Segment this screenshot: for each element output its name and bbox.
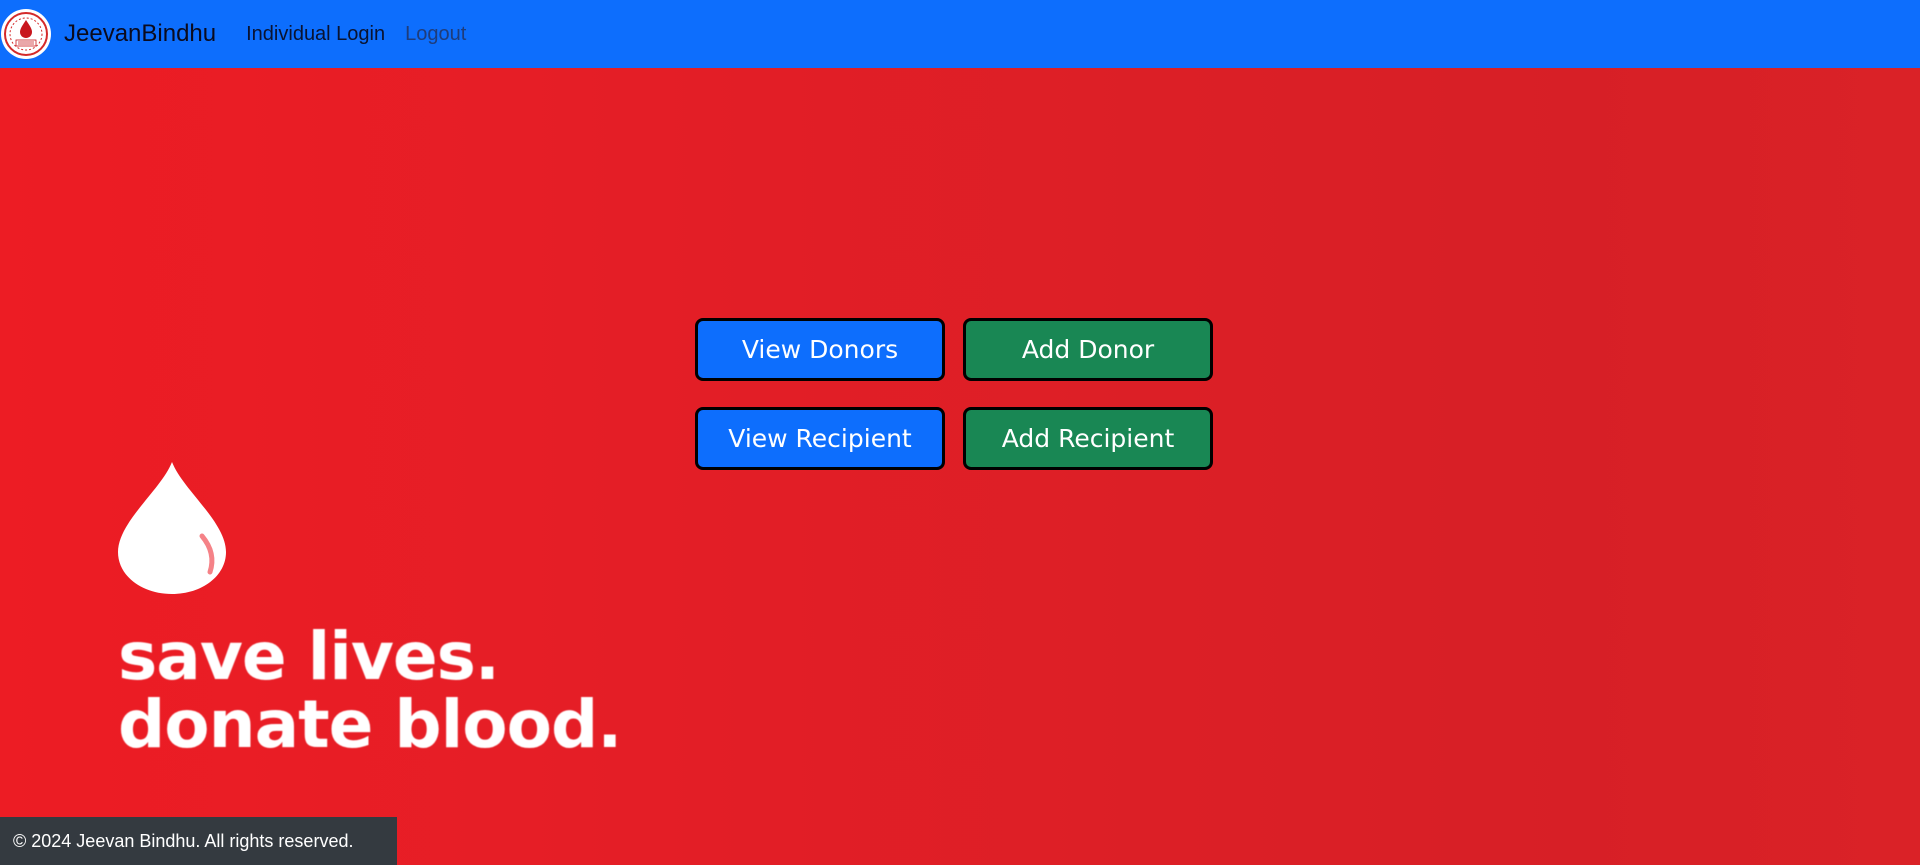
nav-logout[interactable]: Logout <box>405 23 466 46</box>
blood-drop-logo-icon <box>1 9 51 59</box>
brand-link[interactable]: JeevanBindhu <box>0 0 216 68</box>
add-recipient-button[interactable]: Add Recipient <box>963 407 1213 470</box>
hero-banner: View Donors Add Donor View Recipient Add… <box>0 68 1920 865</box>
navbar: JeevanBindhu Individual Login Logout <box>0 0 1920 68</box>
slogan: save lives. donate blood. <box>118 618 622 763</box>
view-donors-button[interactable]: View Donors <box>695 318 945 381</box>
add-donor-button[interactable]: Add Donor <box>963 318 1213 381</box>
slogan-line-1: save lives. <box>118 618 500 695</box>
nav-individual-login[interactable]: Individual Login <box>246 23 385 46</box>
view-recipient-button[interactable]: View Recipient <box>695 407 945 470</box>
brand-name: JeevanBindhu <box>64 20 217 47</box>
copyright-text: © 2024 Jeevan Bindhu. All rights reserve… <box>13 830 354 851</box>
slogan-line-2: donate blood. <box>118 686 622 763</box>
action-button-grid: View Donors Add Donor View Recipient Add… <box>695 318 1213 470</box>
blood-drop-icon <box>118 462 226 594</box>
footer: © 2024 Jeevan Bindhu. All rights reserve… <box>0 817 397 865</box>
nav-links: Individual Login Logout <box>246 23 486 46</box>
